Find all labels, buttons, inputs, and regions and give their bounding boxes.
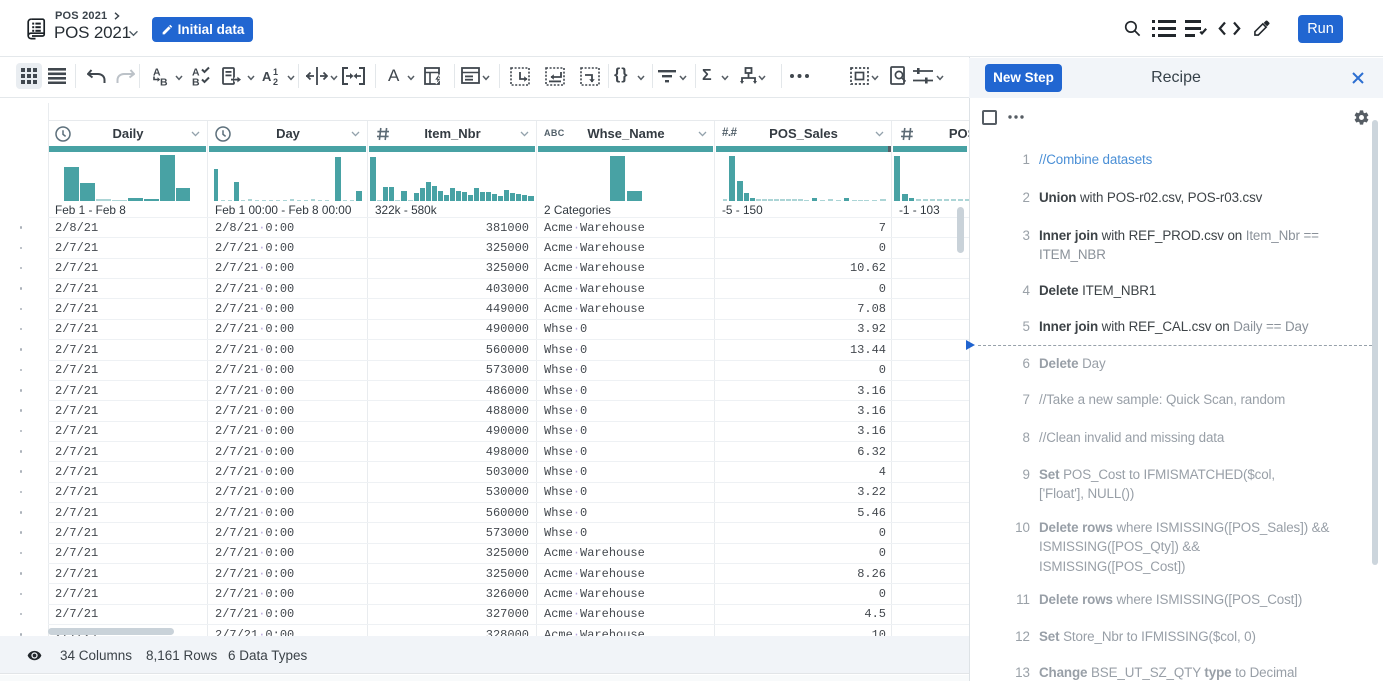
- svg-text:1: 1: [273, 67, 278, 77]
- svg-text:B: B: [160, 77, 168, 87]
- svg-text:A: A: [262, 69, 272, 84]
- svg-text:2: 2: [273, 77, 278, 86]
- svg-text:B: B: [192, 77, 200, 87]
